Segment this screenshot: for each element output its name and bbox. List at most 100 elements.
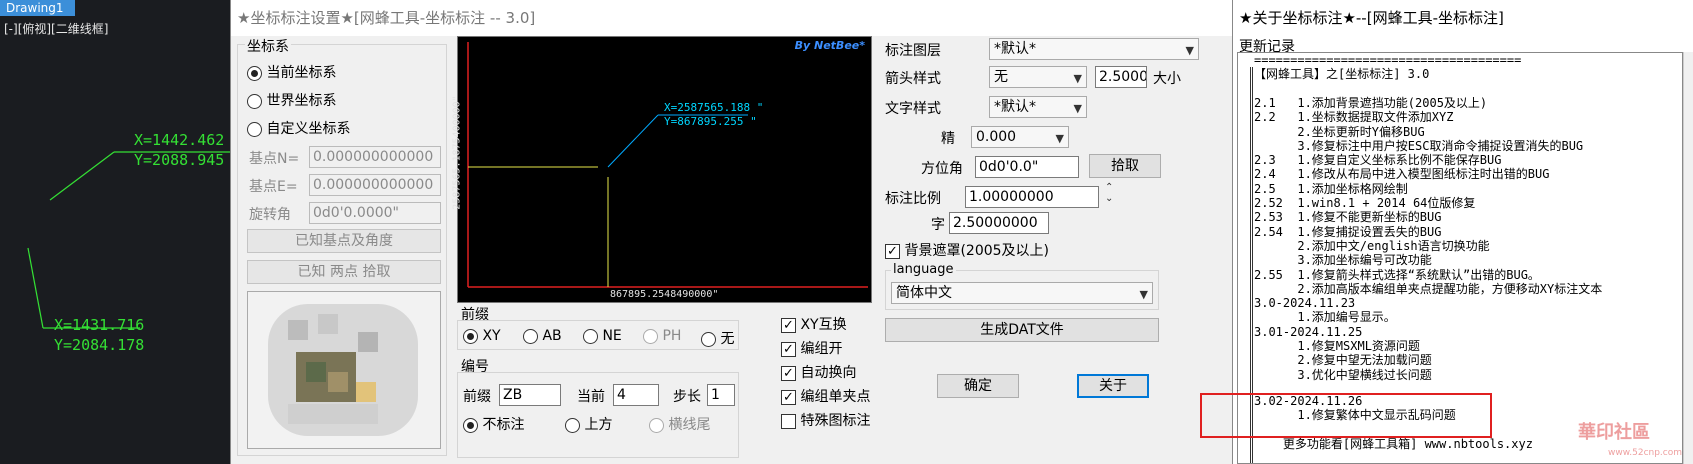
changelog-scrollbar[interactable] [1683, 52, 1693, 464]
prefix-option-none[interactable]: 无 [701, 328, 734, 348]
log-line: 3.0-2024.11.23 [1254, 296, 1356, 311]
radio-custom-coord-label: 自定义坐标系 [266, 121, 351, 137]
char-input[interactable]: 2.50000000 [949, 212, 1049, 234]
spinner-down-icon[interactable]: ⌄ [1105, 193, 1113, 204]
rotate-label: 旋转角 [249, 207, 291, 223]
about-button[interactable]: 关于 [1077, 374, 1149, 398]
log-line: 2.添加中文/english语言切换功能 [1254, 238, 1490, 253]
known-two-points-button[interactable]: 已知 两点 拾取 [247, 260, 441, 284]
numbering-option-above[interactable]: 上方 [565, 414, 612, 434]
check-xy-swap-box[interactable]: ✓ [781, 317, 796, 333]
preview-brand: By NetBee* [794, 39, 865, 52]
mask-checkbox[interactable]: ✓ 背景遮罩(2005及以上) [885, 240, 1049, 260]
scale-input[interactable]: 1.00000000 [965, 186, 1099, 208]
dialog-title[interactable]: ★坐标标注设置★[网蜂工具-坐标标注 -- 3.0] [231, 0, 1233, 36]
prefix-ph-dot[interactable] [643, 328, 658, 344]
check-auto-direction-label: 自动换向 [800, 365, 857, 381]
numbering-prefix-input[interactable]: ZB [499, 384, 561, 406]
spinner-up-icon[interactable]: ⌃ [1105, 182, 1113, 193]
log-line: 2.3 1.修复自定义坐标系比例不能保存BUG [1254, 153, 1502, 168]
about-title[interactable]: ★关于坐标标注★--[网蜂工具-坐标标注] [1233, 0, 1693, 36]
ok-button[interactable]: 确定 [937, 374, 1019, 398]
radio-custom-coord[interactable]: 自定义坐标系 [247, 118, 350, 138]
radio-world-coord[interactable]: 世界坐标系 [247, 90, 336, 110]
language-select[interactable]: 简体中文 ▼ [891, 282, 1153, 304]
chevron-down-icon: ▼ [1073, 72, 1082, 85]
log-line: 2.54 1.修复捕捉设置丢失的BUG [1254, 224, 1442, 239]
base-e-input[interactable]: 0.000000000000 [309, 174, 441, 196]
log-line: 2.4 1.修改从布局中进入模型图纸标注时出错的BUG [1254, 167, 1550, 182]
numbering-above-label: 上方 [584, 417, 613, 433]
log-line: 2.修复中望无法加载问题 [1254, 353, 1432, 368]
prefix-option-ne[interactable]: NE [583, 328, 622, 344]
rotate-input[interactable]: 0d0'0.0000" [309, 202, 441, 224]
text-style-label: 文字样式 [885, 101, 941, 117]
numbering-option-none[interactable]: 不标注 [463, 414, 524, 434]
prefix-option-ab[interactable]: AB [523, 328, 562, 344]
radio-current-coord-dot[interactable] [247, 65, 262, 81]
check-group-on-box[interactable]: ✓ [781, 341, 796, 357]
numbering-step-input[interactable]: 1 [707, 384, 735, 406]
check-single-grip-box[interactable]: ✓ [781, 389, 796, 405]
numbering-tail-dot[interactable] [649, 417, 664, 433]
numbering-current-label: 当前 [577, 389, 605, 405]
highlight-box [1200, 393, 1492, 438]
check-single-grip-label: 编组单夹点 [800, 389, 871, 405]
cad-coord-1-x: X=1442.462 [134, 131, 225, 149]
prefix-ab-dot[interactable] [523, 328, 538, 344]
check-group-on[interactable]: ✓ 编组开 [781, 338, 842, 358]
scale-spinner[interactable]: ⌃ ⌄ [1105, 182, 1113, 204]
precision-value: 0.000 [976, 129, 1017, 145]
coord-system-label: 坐标系 [245, 36, 291, 56]
preview-axis-horizontal-label: 867895.2548490000" [610, 289, 719, 300]
prefix-ne-dot[interactable] [583, 328, 598, 344]
check-auto-direction-box[interactable]: ✓ [781, 365, 796, 381]
radio-custom-coord-dot[interactable] [247, 121, 262, 137]
radio-world-coord-dot[interactable] [247, 93, 262, 109]
text-style-select[interactable]: *默认* ▼ [989, 96, 1087, 118]
precision-select[interactable]: 0.000 ▼ [971, 126, 1069, 148]
numbering-step-label: 步长 [673, 389, 701, 405]
arrow-style-label: 箭头样式 [885, 71, 941, 87]
check-xy-swap[interactable]: ✓ XY互换 [781, 314, 847, 334]
numbering-option-tail[interactable]: 横线尾 [649, 414, 710, 434]
prefix-option-ph[interactable]: PH [643, 328, 681, 344]
numbering-tail-label: 横线尾 [668, 417, 711, 433]
cad-coord-1-y: Y=2088.945 [134, 151, 225, 169]
log-line: 2.坐标更新时Y偏移BUG [1254, 124, 1425, 139]
mask-checkbox-box[interactable]: ✓ [885, 243, 900, 259]
scale-label: 标注比例 [885, 191, 941, 207]
numbering-none-dot[interactable] [463, 417, 478, 433]
prefix-xy-dot[interactable] [463, 328, 478, 344]
check-special-annotation-label: 特殊图标注 [800, 413, 871, 429]
pick-button[interactable]: 拾取 [1089, 154, 1161, 178]
numbering-current-input[interactable]: 4 [613, 384, 659, 406]
preview-label-y: Y=867895.255 " [664, 115, 757, 128]
log-line: 更多功能看[网蜂工具箱] www.nbtools.xyz [1254, 436, 1533, 451]
prefix-none-dot[interactable] [701, 331, 716, 347]
prefix-option-xy[interactable]: XY [463, 328, 501, 344]
log-line: 1.修复MSXML资源问题 [1254, 339, 1420, 353]
radio-current-coord-label: 当前坐标系 [266, 65, 337, 81]
chevron-down-icon: ▼ [1073, 102, 1082, 115]
base-n-input[interactable]: 0.000000000000 [309, 146, 441, 168]
radio-current-coord[interactable]: 当前坐标系 [247, 62, 336, 82]
azimuth-input[interactable]: 0d0'0.0" [975, 156, 1079, 178]
char-label: 字 [931, 217, 945, 233]
check-special-annotation-box[interactable] [781, 413, 796, 429]
cad-leader-2 [27, 247, 44, 329]
log-line: 2.5 1.添加坐标格网绘制 [1254, 181, 1408, 196]
arrow-style-select[interactable]: 无 ▼ [989, 66, 1087, 88]
log-line: 2.1 1.添加背景遮挡功能(2005及以上) [1254, 95, 1488, 110]
cad-leader-lines [27, 151, 230, 329]
known-base-angle-button[interactable]: 已知基点及角度 [247, 229, 441, 253]
check-group-on-label: 编组开 [800, 341, 843, 357]
layer-select[interactable]: *默认* ▼ [989, 38, 1199, 60]
generate-dat-button[interactable]: 生成DAT文件 [885, 318, 1159, 342]
check-special-annotation[interactable]: 特殊图标注 [781, 410, 870, 430]
check-single-grip[interactable]: ✓ 编组单夹点 [781, 386, 870, 406]
azimuth-label: 方位角 [921, 161, 963, 177]
numbering-above-dot[interactable] [565, 417, 580, 433]
arrow-size-input[interactable]: 2.5000 [1095, 66, 1147, 88]
check-auto-direction[interactable]: ✓ 自动换向 [781, 362, 856, 382]
